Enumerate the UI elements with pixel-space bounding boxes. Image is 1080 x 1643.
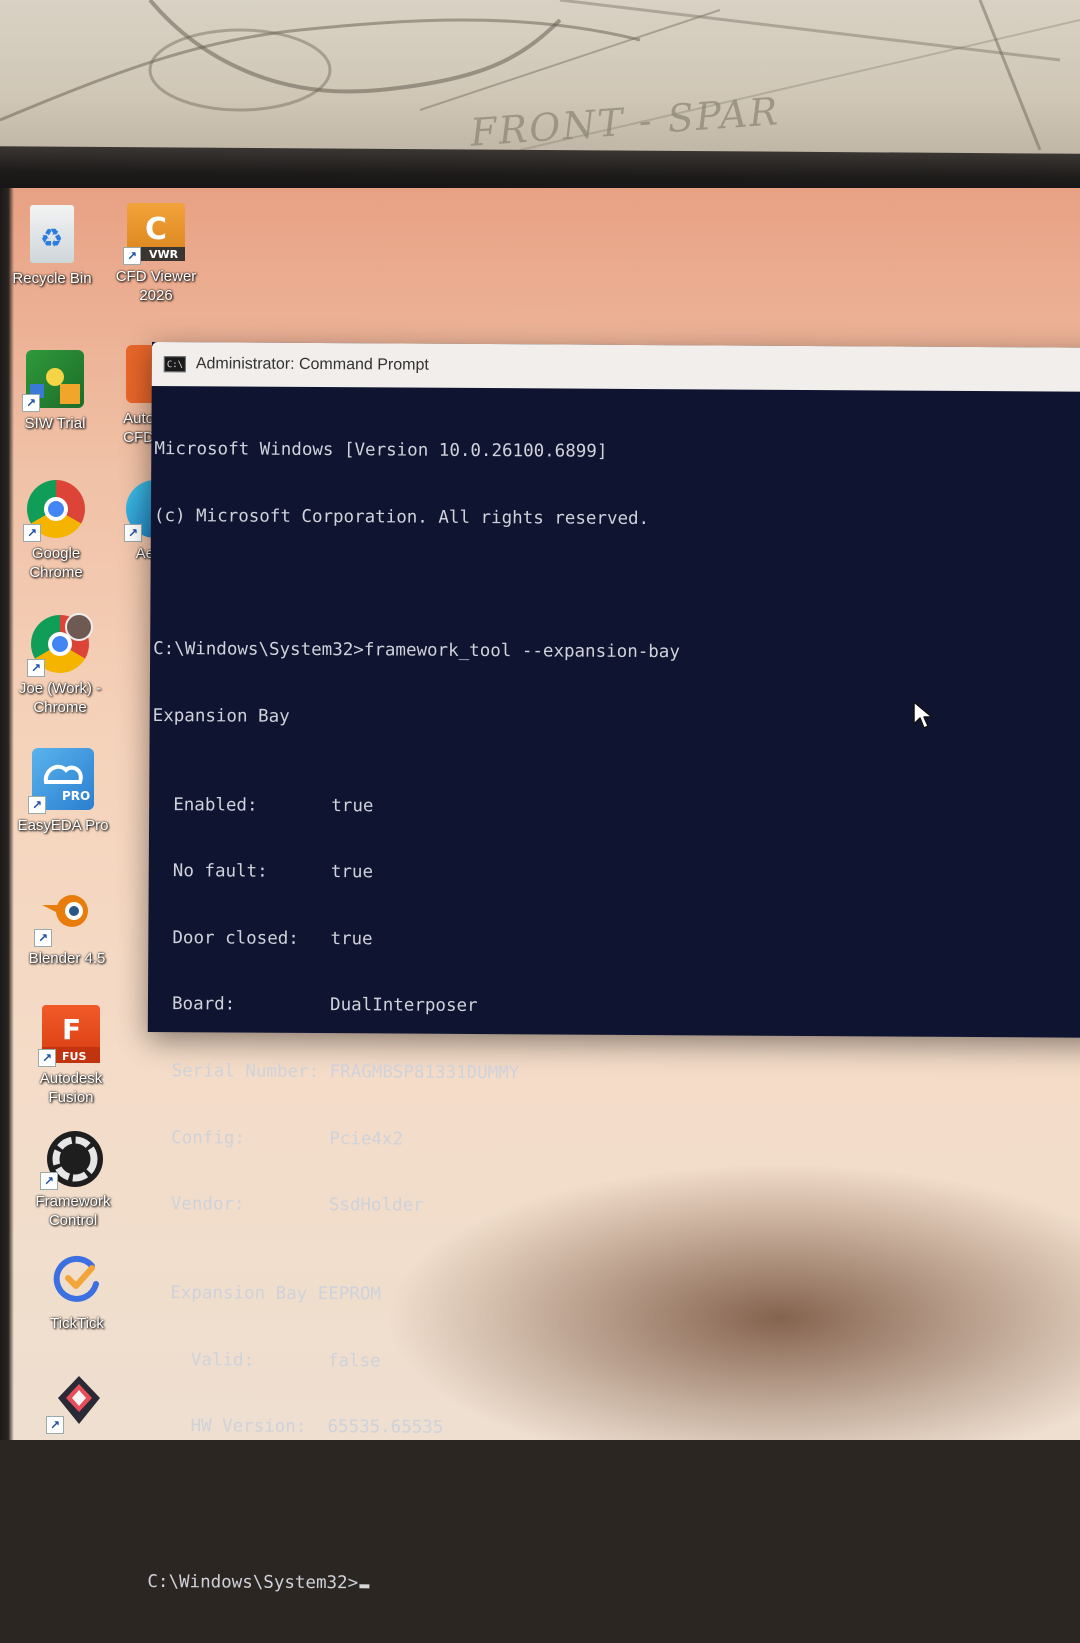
field-key: Config:: [150, 1127, 330, 1149]
desktop-icon-label: EasyEDA Pro: [17, 817, 109, 834]
recycle-bin-icon: ♻: [30, 205, 74, 263]
desktop-icon-label: Framework Control: [35, 1193, 111, 1229]
desktop-icon-label: SIW Trial: [24, 415, 86, 432]
console-field-enabled: Enabled: true: [152, 794, 1080, 822]
console-field-eeprom-valid: Valid: false: [149, 1349, 1080, 1377]
shortcut-arrow-icon: ↗: [22, 394, 40, 412]
blender-icon: ↗: [34, 885, 96, 947]
field-value: true: [331, 795, 374, 816]
field-key: Board:: [150, 994, 331, 1016]
fusion-badge: FUS: [62, 1050, 86, 1063]
window-titlebar[interactable]: C:\ Administrator: Command Prompt: [151, 342, 1080, 392]
shortcut-arrow-icon: ↗: [38, 1049, 56, 1067]
field-value: DualInterposer: [330, 995, 478, 1017]
siw-trial-icon: ↗: [22, 350, 84, 412]
shortcut-arrow-icon: ↗: [28, 796, 46, 814]
desktop-icon-label: Autodesk Fusion: [39, 1070, 103, 1106]
console-field-config: Config: Pcie4x2: [150, 1127, 1080, 1155]
app-icon: ↗: [46, 1372, 108, 1434]
console-field-serial-number: Serial Number: FRAGMBSP81331DUMMY: [150, 1060, 1080, 1088]
field-key: No fault:: [151, 861, 331, 883]
field-value: FRAGMBSP81331DUMMY: [329, 1062, 520, 1084]
desktop-icon-recycle-bin[interactable]: ♻ Recycle Bin: [0, 205, 107, 288]
desktop-icon-app[interactable]: ↗: [24, 1372, 134, 1436]
desktop-icon-autodesk-cfd[interactable]: Auto CFD: [98, 345, 158, 447]
framework-control-icon: ↗: [40, 1128, 103, 1190]
field-key: Serial Number:: [150, 1060, 330, 1083]
console-output[interactable]: Microsoft Windows [Version 10.0.26100.68…: [144, 386, 1080, 1643]
text-cursor: [359, 1583, 370, 1588]
desktop-icon-cfd-viewer[interactable]: C VWR ↗ CFD Viewer 2026: [101, 203, 211, 305]
console-field-board: Board: DualInterposer: [151, 993, 1080, 1021]
field-key: HW Version:: [148, 1416, 328, 1438]
console-eeprom-heading: Expansion Bay EEPROM: [149, 1282, 382, 1305]
easyeda-icon: PRO ↗: [28, 748, 94, 814]
desktop-icon-label: Recycle Bin: [12, 270, 92, 287]
field-value: true: [330, 928, 373, 950]
desktop-icon-label: Auto CFD: [123, 410, 154, 446]
shortcut-arrow-icon: ↗: [27, 659, 45, 677]
console-command-line: C:\Windows\System32>framework_tool --exp…: [153, 639, 680, 663]
desktop-icon-label: CFD Viewer 2026: [115, 268, 197, 304]
svg-text:♻: ♻: [40, 224, 63, 254]
console-field-no-fault: No fault: true: [152, 860, 1080, 888]
field-key: Enabled:: [152, 794, 332, 816]
field-key: Door closed:: [151, 927, 331, 949]
field-value: false: [327, 1350, 381, 1371]
field-value: true: [330, 862, 374, 883]
field-key: Valid:: [148, 1349, 328, 1371]
field-value: Pcie4x2: [329, 1128, 404, 1150]
console-prompt: C:\Windows\System32>: [147, 1571, 359, 1593]
desktop-icon-framework-control[interactable]: ↗ Framework Control: [18, 1128, 128, 1230]
shortcut-arrow-icon: ↗: [124, 524, 142, 542]
desktop-icon-joe-work-chrome[interactable]: ↗ Joe (Work) - Chrome: [5, 613, 115, 717]
chrome-profile-icon: ↗: [27, 613, 93, 677]
shortcut-arrow-icon: ↗: [40, 1172, 58, 1190]
shortcut-arrow-icon: ↗: [34, 929, 52, 947]
console-field-hw-version: HW Version: 65535.65535: [148, 1415, 1080, 1443]
background-paper: FRONT - SPAR: [0, 0, 1080, 165]
shortcut-arrow-icon: ↗: [46, 1416, 64, 1434]
easyeda-badge: PRO: [62, 789, 90, 803]
console-section-heading: Expansion Bay: [152, 705, 290, 727]
desktop-icon-google-chrome[interactable]: ↗ Google Chrome: [1, 480, 111, 582]
desktop-icon-label: TickTick: [50, 1315, 104, 1332]
shortcut-arrow-icon: ↗: [123, 247, 141, 265]
shortcut-arrow-icon: ↗: [23, 524, 41, 542]
window-title: Administrator: Command Prompt: [195, 355, 429, 374]
ticktick-icon: [48, 1250, 106, 1308]
console-field-door-closed: Door closed: true: [151, 927, 1080, 955]
cfd-viewer-icon: C VWR ↗: [123, 203, 185, 265]
fusion-icon: F FUS ↗: [38, 1005, 100, 1067]
console-banner-version: Microsoft Windows [Version 10.0.26100.68…: [154, 439, 608, 463]
mouse-pointer-icon: [912, 700, 934, 735]
cfd-glyph: C: [145, 212, 167, 247]
chrome-icon: ↗: [23, 480, 85, 542]
command-prompt-window[interactable]: C:\ Administrator: Command Prompt Micros…: [147, 342, 1080, 1593]
desktop-icon-label: Google Chrome: [29, 545, 83, 581]
cmd-window-icon: C:\: [163, 356, 186, 373]
desktop-icon-siw-trial[interactable]: ↗ SIW Trial: [0, 350, 110, 433]
desktop-icon-label: Blender 4.5: [28, 950, 106, 967]
console-banner-copyright: (c) Microsoft Corporation. All rights re…: [153, 506, 650, 530]
field-value: SsdHolder: [328, 1195, 424, 1216]
desktop-icon-label: Joe (Work) - Chrome: [18, 680, 102, 716]
desktop-icon-blender[interactable]: ↗ Blender 4.5: [12, 885, 122, 968]
console-field-vendor: Vendor: SsdHolder: [150, 1193, 1080, 1221]
desktop-icon-easyeda-pro[interactable]: PRO ↗ EasyEDA Pro: [8, 748, 118, 835]
field-value: 65535.65535: [327, 1417, 444, 1438]
field-key: Vendor:: [149, 1194, 329, 1216]
console-prompt-line[interactable]: C:\Windows\System32>: [147, 1571, 1080, 1599]
cfd-badge: VWR: [149, 248, 179, 261]
fusion-glyph: F: [62, 1013, 81, 1046]
desktop-icon-ticktick[interactable]: TickTick: [22, 1250, 132, 1333]
desktop-icon-autodesk-fusion[interactable]: F FUS ↗ Autodesk Fusion: [16, 1005, 126, 1107]
